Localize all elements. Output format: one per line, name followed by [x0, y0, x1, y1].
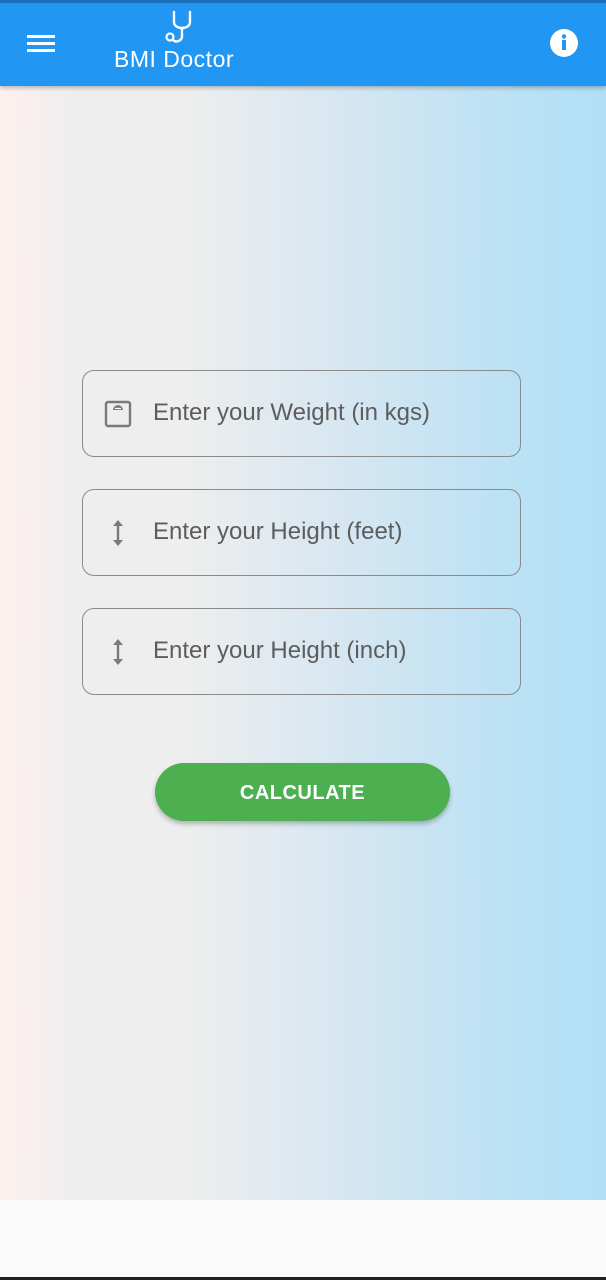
height-feet-input[interactable] — [153, 490, 503, 574]
app-bar: BMI Doctor — [0, 0, 606, 86]
stethoscope-icon — [165, 10, 192, 43]
app-logo: BMI Doctor — [114, 8, 254, 78]
calculate-button[interactable]: CALCULATE — [155, 763, 450, 821]
weight-field[interactable] — [82, 370, 521, 457]
status-edge — [0, 0, 606, 3]
main-content: CALCULATE — [0, 86, 606, 1200]
bottom-area — [0, 1200, 606, 1278]
scale-icon — [104, 400, 132, 428]
height-inch-input[interactable] — [153, 609, 503, 693]
vertical-arrows-icon — [113, 520, 123, 546]
hamburger-menu-icon — [27, 35, 55, 52]
height-inch-field[interactable] — [82, 608, 521, 695]
weight-input[interactable] — [153, 371, 503, 455]
height-feet-field[interactable] — [82, 489, 521, 576]
info-icon — [550, 29, 578, 57]
menu-button[interactable] — [24, 30, 58, 56]
vertical-arrows-icon — [113, 639, 123, 665]
info-button[interactable] — [549, 28, 579, 58]
app-title: BMI Doctor — [114, 46, 235, 72]
